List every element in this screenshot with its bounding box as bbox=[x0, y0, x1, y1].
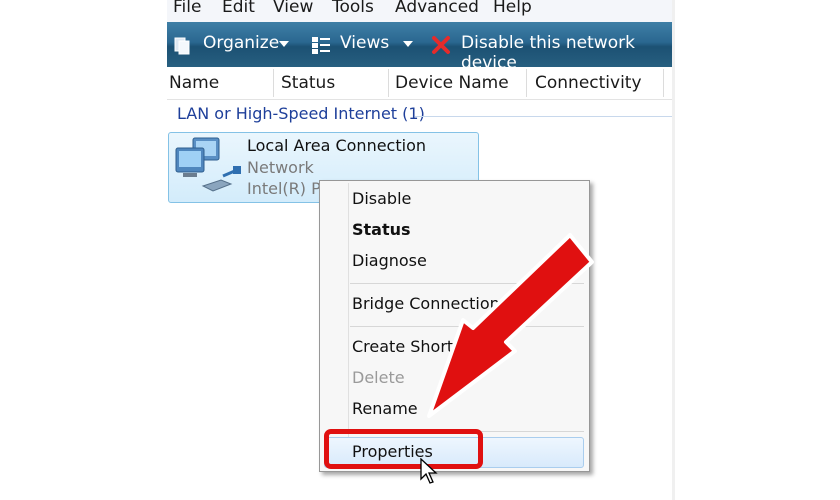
column-divider[interactable] bbox=[663, 69, 664, 97]
views-chevron-down-icon[interactable] bbox=[403, 41, 413, 47]
column-name[interactable]: Name bbox=[169, 73, 219, 93]
menu-separator bbox=[350, 283, 584, 284]
column-divider[interactable] bbox=[273, 69, 274, 97]
menu-item-delete: Delete bbox=[352, 368, 405, 387]
column-divider[interactable] bbox=[388, 69, 389, 97]
organize-button[interactable]: Organize bbox=[203, 33, 279, 53]
mouse-pointer-icon bbox=[420, 458, 438, 484]
views-button[interactable]: Views bbox=[340, 33, 389, 53]
menu-help[interactable]: Help bbox=[493, 0, 532, 17]
column-header: Name Status Device Name Connectivity bbox=[167, 67, 675, 100]
column-divider[interactable] bbox=[526, 69, 527, 97]
window-edge bbox=[672, 0, 675, 500]
group-divider bbox=[415, 116, 675, 117]
menu-item-status[interactable]: Status bbox=[352, 220, 411, 239]
menu-edit[interactable]: Edit bbox=[222, 0, 255, 17]
column-status[interactable]: Status bbox=[281, 73, 335, 93]
menu-gutter bbox=[348, 183, 349, 467]
connection-name: Local Area Connection bbox=[247, 136, 426, 155]
menu-file[interactable]: File bbox=[173, 0, 201, 17]
menu-tools[interactable]: Tools bbox=[332, 0, 374, 17]
menu-item-create-shortcut[interactable]: Create Shortcut bbox=[352, 337, 478, 356]
network-connection-icon bbox=[175, 137, 241, 192]
organize-chevron-down-icon[interactable] bbox=[279, 41, 289, 47]
network-connections-window: File Edit View Tools Advanced Help Organ… bbox=[167, 0, 675, 500]
column-device-name[interactable]: Device Name bbox=[395, 73, 509, 93]
connection-status: Network bbox=[247, 158, 314, 177]
menu-separator bbox=[350, 326, 584, 327]
menu-item-disable[interactable]: Disable bbox=[352, 189, 411, 208]
annotation-highlight-box bbox=[324, 429, 483, 469]
views-icon bbox=[312, 37, 330, 54]
organize-icon bbox=[174, 37, 190, 55]
menu-item-rename[interactable]: Rename bbox=[352, 399, 418, 418]
menu-view[interactable]: View bbox=[273, 0, 313, 17]
menu-item-diagnose[interactable]: Diagnose bbox=[352, 251, 427, 270]
group-header[interactable]: LAN or High-Speed Internet (1) bbox=[177, 104, 425, 123]
command-bar: Organize Views Disable this network devi… bbox=[167, 22, 675, 73]
menu-item-bridge-connections[interactable]: Bridge Connections bbox=[352, 294, 508, 313]
disable-x-icon bbox=[432, 36, 450, 54]
menu-bar: File Edit View Tools Advanced Help bbox=[167, 0, 675, 22]
column-connectivity[interactable]: Connectivity bbox=[535, 73, 642, 93]
menu-advanced[interactable]: Advanced bbox=[395, 0, 479, 17]
